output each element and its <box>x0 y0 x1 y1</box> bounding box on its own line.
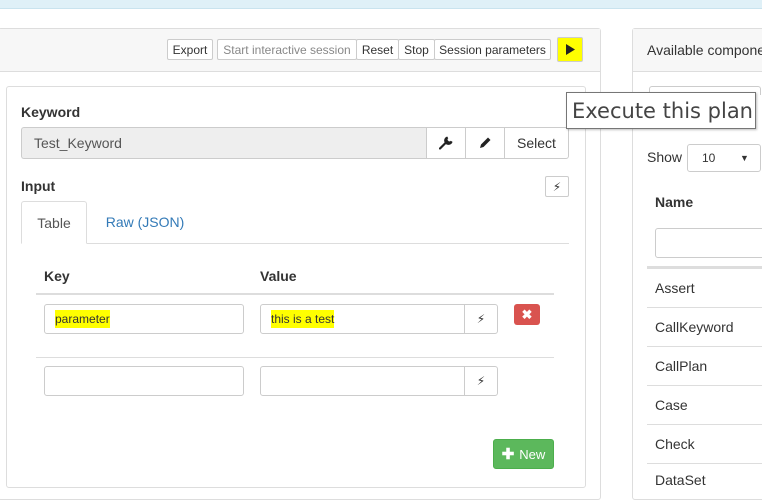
execute-plan-button[interactable] <box>557 37 583 62</box>
bolt-icon: ⚡︎ <box>552 179 562 194</box>
input-dynamic-toggle-button[interactable]: ⚡︎ <box>545 176 569 197</box>
pencil-icon <box>480 137 491 148</box>
top-banner-strip <box>0 0 762 9</box>
keyword-wrench-button[interactable] <box>426 127 466 159</box>
keyword-select-button[interactable]: Select <box>504 127 569 159</box>
page-size-select[interactable]: 10 ▼ <box>687 144 761 172</box>
table-header-divider <box>36 293 554 295</box>
keyword-label: Keyword <box>21 104 81 120</box>
stop-button[interactable]: Stop <box>398 39 435 60</box>
close-icon: ✖ <box>521 306 533 322</box>
component-row[interactable]: Check <box>647 424 762 463</box>
new-value-input[interactable] <box>260 366 466 396</box>
keyword-field[interactable]: Test_Keyword <box>21 127 427 159</box>
export-button[interactable]: Export <box>167 39 213 60</box>
param-value-value: this is a test <box>271 310 335 328</box>
bolt-icon: ⚡︎ <box>476 374 486 388</box>
table-row-divider <box>36 357 554 358</box>
tab-table[interactable]: Table <box>21 201 87 244</box>
new-value-dynamic-button[interactable]: ⚡︎ <box>464 366 498 396</box>
play-icon <box>566 44 575 55</box>
param-key-value: parameter <box>55 310 110 328</box>
component-row[interactable]: Case <box>647 385 762 424</box>
show-label: Show <box>647 149 683 165</box>
param-key-input[interactable]: parameter <box>44 304 244 334</box>
components-title: Available compone <box>647 42 762 58</box>
execute-plan-tooltip: Execute this plan <box>566 92 756 129</box>
page-size-value: 10 <box>702 151 716 165</box>
name-filter-input[interactable] <box>655 228 762 258</box>
add-row-button[interactable]: ✚ New <box>493 439 554 469</box>
column-header-key: Key <box>44 268 70 284</box>
session-parameters-button[interactable]: Session parameters <box>434 39 551 60</box>
new-key-input[interactable] <box>44 366 244 396</box>
bolt-icon: ⚡︎ <box>476 312 486 326</box>
input-tabs: Table Raw (JSON) <box>21 201 569 244</box>
reset-button[interactable]: Reset <box>356 39 399 60</box>
param-value-input[interactable]: this is a test <box>260 304 466 334</box>
component-row[interactable]: CallPlan <box>647 346 762 385</box>
start-interactive-session-button[interactable]: Start interactive session <box>217 39 357 60</box>
add-row-label: New <box>519 446 546 462</box>
wrench-icon <box>439 136 453 150</box>
column-header-name: Name <box>655 194 694 210</box>
tab-raw-json[interactable]: Raw (JSON) <box>89 201 201 243</box>
column-header-value: Value <box>260 268 297 284</box>
input-label: Input <box>21 178 56 194</box>
component-row[interactable]: CallKeyword <box>647 307 762 346</box>
param-value-dynamic-button[interactable]: ⚡︎ <box>464 304 498 334</box>
delete-row-button[interactable]: ✖ <box>514 304 540 325</box>
caret-down-icon: ▼ <box>740 153 749 163</box>
plus-icon: ✚ <box>501 446 515 463</box>
component-row[interactable]: Assert <box>647 268 762 307</box>
keyword-edit-button[interactable] <box>465 127 505 159</box>
